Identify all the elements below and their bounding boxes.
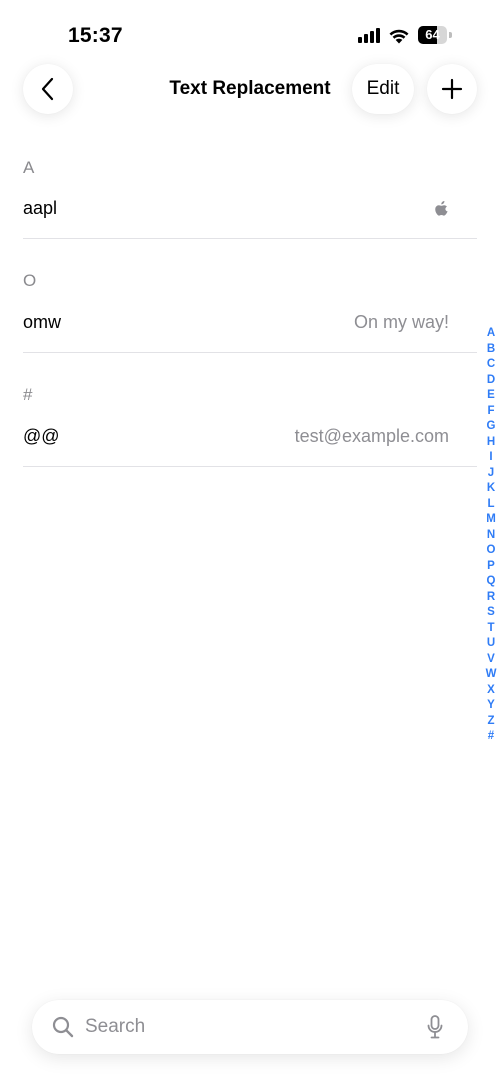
index-letter[interactable]: I [484,450,498,466]
index-letter[interactable]: S [484,605,498,621]
search-input[interactable]: Search [85,1016,145,1038]
list-item[interactable]: aapl [23,182,477,239]
search-bar[interactable]: Search [32,1000,468,1054]
shortcut-text: @@ [23,426,60,446]
index-letter[interactable]: U [484,636,498,652]
section-header-hash: # [23,385,33,404]
index-letter[interactable]: N [484,528,498,544]
section-header-o: O [23,271,37,290]
index-letter[interactable]: B [484,342,498,358]
index-letter[interactable]: K [484,481,498,497]
navigation-bar: Text Replacement Edit [0,62,500,118]
list-item[interactable]: omw On my way! [23,296,477,353]
apple-logo-icon [435,201,448,216]
index-letter[interactable]: E [484,388,498,404]
index-letter[interactable]: J [484,466,498,482]
section-header-a: A [23,158,35,177]
status-time: 15:37 [68,24,123,47]
index-letter[interactable]: Q [484,574,498,590]
index-letter[interactable]: A [484,326,498,342]
index-letter[interactable]: H [484,435,498,451]
battery-icon: 64 [418,26,452,44]
index-letter[interactable]: T [484,621,498,637]
shortcut-text: aapl [23,198,58,218]
edit-button[interactable]: Edit [352,64,414,114]
index-letter[interactable]: V [484,652,498,668]
section-index[interactable]: A B C D E F G H I J K L M N O P Q R S T U V W X Y Z # [484,326,498,745]
add-button[interactable] [427,64,477,114]
wifi-icon [389,29,409,43]
phrase-text: test@example.com [294,426,449,446]
cellular-signal-icon [358,27,380,43]
index-letter[interactable]: Z [484,714,498,730]
index-letter[interactable]: R [484,590,498,606]
mic-icon[interactable] [427,1015,443,1039]
status-icons: 64 [358,26,452,44]
index-letter[interactable]: Y [484,698,498,714]
index-letter[interactable]: F [484,404,498,420]
page-title: Text Replacement [169,78,331,99]
shortcut-text: omw [23,312,62,332]
search-icon [52,1016,74,1038]
phrase-text: On my way! [353,312,449,332]
list-item[interactable]: @@ test@example.com [23,410,477,467]
index-letter[interactable]: L [484,497,498,513]
index-letter[interactable]: G [484,419,498,435]
index-letter[interactable]: C [484,357,498,373]
index-letter[interactable]: X [484,683,498,699]
index-letter[interactable]: P [484,559,498,575]
index-letter[interactable]: # [484,729,498,745]
index-letter[interactable]: O [484,543,498,559]
index-letter[interactable]: D [484,373,498,389]
battery-percent: 64 [425,27,440,42]
plus-icon [441,78,463,100]
status-bar: 15:37 64 [0,0,500,60]
index-letter[interactable]: M [484,512,498,528]
index-letter[interactable]: W [484,667,498,683]
